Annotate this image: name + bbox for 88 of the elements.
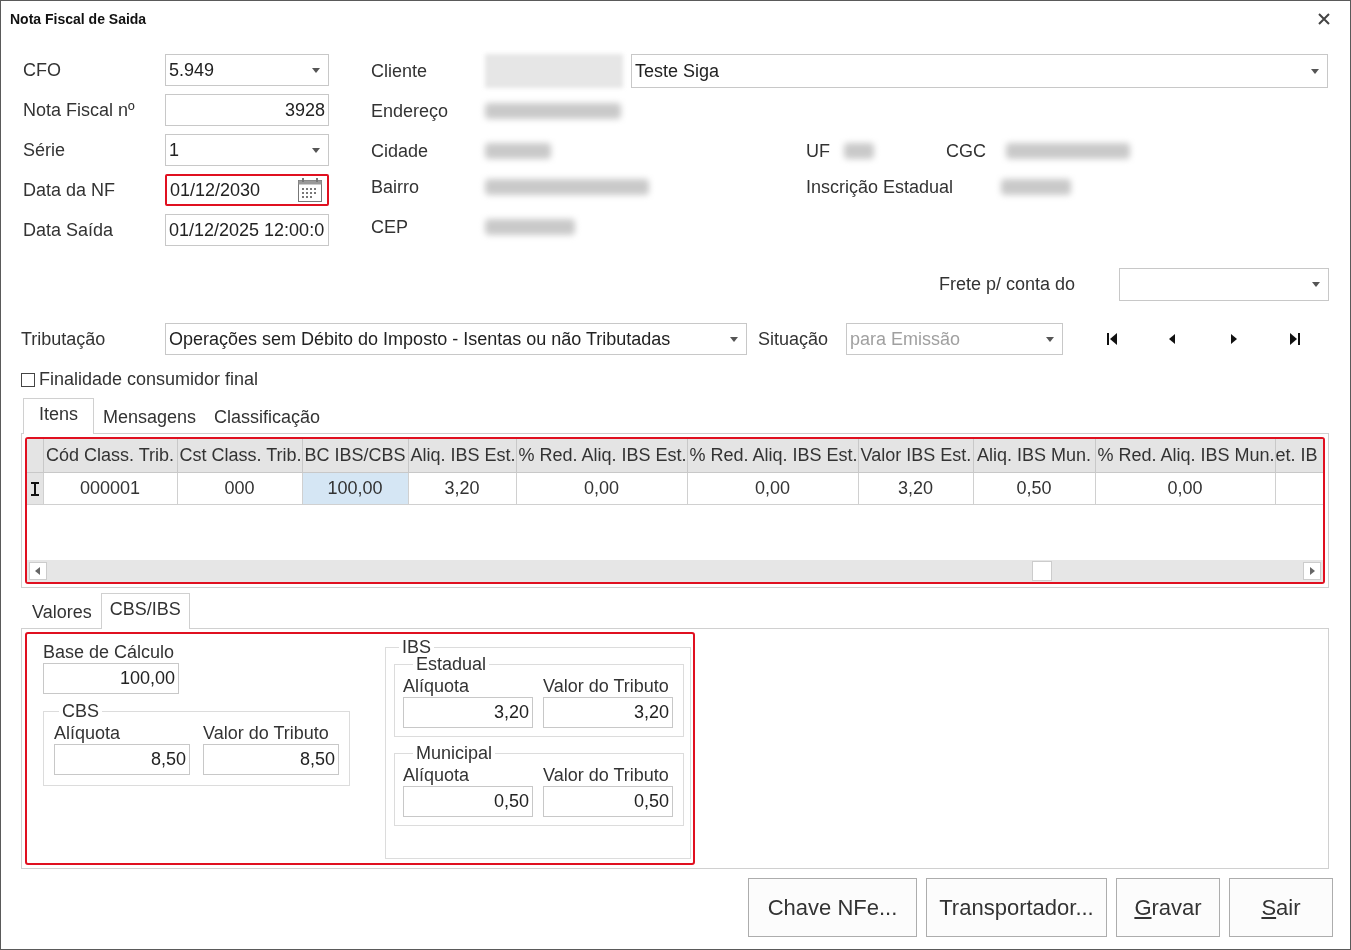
tab[interactable]: Mensagens: [94, 401, 206, 433]
field-label: Alíquota: [403, 764, 470, 786]
window-title: Nota Fiscal de Saida: [10, 11, 147, 27]
table-cell[interactable]: 0,50: [973, 472, 1095, 505]
dropdown-arrow-icon: [1046, 336, 1054, 342]
field-label: Valor do Tributo: [543, 764, 669, 786]
column-header[interactable]: BC IBS/CBS: [302, 439, 408, 473]
tab[interactable]: CBS/IBS: [100, 593, 190, 629]
field-label: Base de Cálculo: [43, 641, 175, 663]
horizontal-scrollbar[interactable]: [27, 560, 1323, 582]
column-header[interactable]: Valor IBS Est.: [858, 439, 973, 473]
scroll-left-icon: [29, 562, 47, 580]
close-icon: [1318, 13, 1330, 25]
group-label: CBS: [61, 701, 100, 722]
column-header[interactable]: % Red. Aliq. IBS Est.: [687, 439, 858, 473]
text-field[interactable]: 0,50: [403, 786, 533, 817]
column-header[interactable]: Aliq. IBS Est.: [408, 439, 516, 473]
table-cell[interactable]: 0,00: [1095, 472, 1275, 505]
field-label: CGC: [946, 140, 987, 162]
column-header[interactable]: % Red. Aliq. IBS Est.: [516, 439, 687, 473]
table-cell[interactable]: 100,00: [302, 472, 408, 505]
text-field[interactable]: 3928: [165, 94, 329, 126]
dropdown-field: para Emissão: [846, 323, 1063, 355]
field-label: Endereço: [371, 100, 450, 122]
dropdown-field[interactable]: Operações sem Débito do Imposto - Isentas ou não Tributadas: [165, 323, 747, 355]
dropdown-field[interactable]: 1: [165, 134, 329, 166]
dropdown-arrow-icon: [312, 67, 320, 73]
field-label: Frete p/ conta do: [938, 274, 1075, 295]
dropdown-arrow-icon: [312, 147, 320, 153]
text-field[interactable]: 0,50: [543, 786, 673, 817]
column-header[interactable]: Cst Class. Trib.: [177, 439, 302, 473]
tab[interactable]: Classificação: [205, 401, 330, 433]
field-label: Bairro: [371, 176, 420, 198]
first-record-icon[interactable]: [1106, 332, 1118, 346]
field-label: UF: [806, 140, 831, 162]
table-cell[interactable]: 3,20: [858, 472, 973, 505]
field-label: Tributação: [21, 328, 107, 350]
tab[interactable]: Itens: [23, 398, 95, 434]
dropdown-arrow-icon: [1311, 68, 1319, 74]
text-field[interactable]: 3,20: [543, 697, 673, 728]
field-label: Cidade: [371, 140, 430, 162]
column-header[interactable]: Cód Class. Trib.: [43, 439, 177, 473]
field-label: Data Saída: [23, 219, 115, 241]
scroll-right-icon: [1303, 562, 1321, 580]
dropdown-field[interactable]: [1119, 268, 1329, 301]
field-label: Série: [23, 139, 67, 161]
column-header[interactable]: et. IB: [1275, 439, 1323, 473]
field-label: Nota Fiscal nº: [23, 99, 136, 121]
field-label: CEP: [371, 216, 409, 238]
field-label: Data da NF: [23, 179, 117, 201]
text-field[interactable]: 100,00: [43, 663, 179, 694]
group-label: Municipal: [415, 743, 494, 764]
column-header[interactable]: Aliq. IBS Mun.: [973, 439, 1095, 473]
field-label: Alíquota: [54, 722, 121, 744]
tab[interactable]: Valores: [23, 596, 101, 628]
dropdown-field[interactable]: Teste Siga: [631, 54, 1328, 88]
text-field[interactable]: 3,20: [403, 697, 533, 728]
checkbox-label[interactable]: Finalidade consumidor final: [39, 369, 259, 390]
dropdown-field[interactable]: 5.949: [165, 54, 329, 86]
dropdown-arrow-icon: [730, 336, 738, 342]
calendar-icon: [297, 177, 323, 203]
last-record-icon[interactable]: [1289, 332, 1301, 346]
button[interactable]: Chave NFe...: [748, 878, 917, 937]
table-cell[interactable]: 0,00: [516, 472, 687, 505]
field-label: Situação: [758, 328, 830, 350]
field-label: Alíquota: [403, 675, 470, 697]
text-field[interactable]: 01/12/2025 12:00:0: [165, 214, 329, 246]
button[interactable]: Sair: [1229, 878, 1333, 937]
button[interactable]: Gravar: [1116, 878, 1220, 937]
table-cell[interactable]: 000001: [43, 472, 177, 505]
field-label: Valor do Tributo: [203, 722, 329, 744]
group-label: Estadual: [415, 654, 488, 675]
checkbox[interactable]: [21, 372, 35, 387]
table-cell[interactable]: 3,20: [408, 472, 516, 505]
scroll-thumb[interactable]: [1032, 561, 1052, 581]
button[interactable]: Transportador...: [926, 878, 1107, 937]
table-cell[interactable]: 0,00: [687, 472, 858, 505]
text-field[interactable]: 8,50: [203, 744, 339, 775]
field-label: Inscrição Estadual: [806, 176, 955, 198]
text-field[interactable]: 8,50: [54, 744, 190, 775]
column-header[interactable]: % Red. Aliq. IBS Mun.: [1095, 439, 1275, 473]
field-label: Cliente: [371, 60, 429, 82]
field-label: Valor do Tributo: [543, 675, 669, 697]
group-label: IBS: [401, 640, 432, 654]
field-label: CFO: [23, 59, 62, 81]
dropdown-arrow-icon: [1312, 282, 1320, 287]
date-field[interactable]: 01/12/2030: [165, 174, 329, 206]
table-cell[interactable]: 000: [177, 472, 302, 505]
